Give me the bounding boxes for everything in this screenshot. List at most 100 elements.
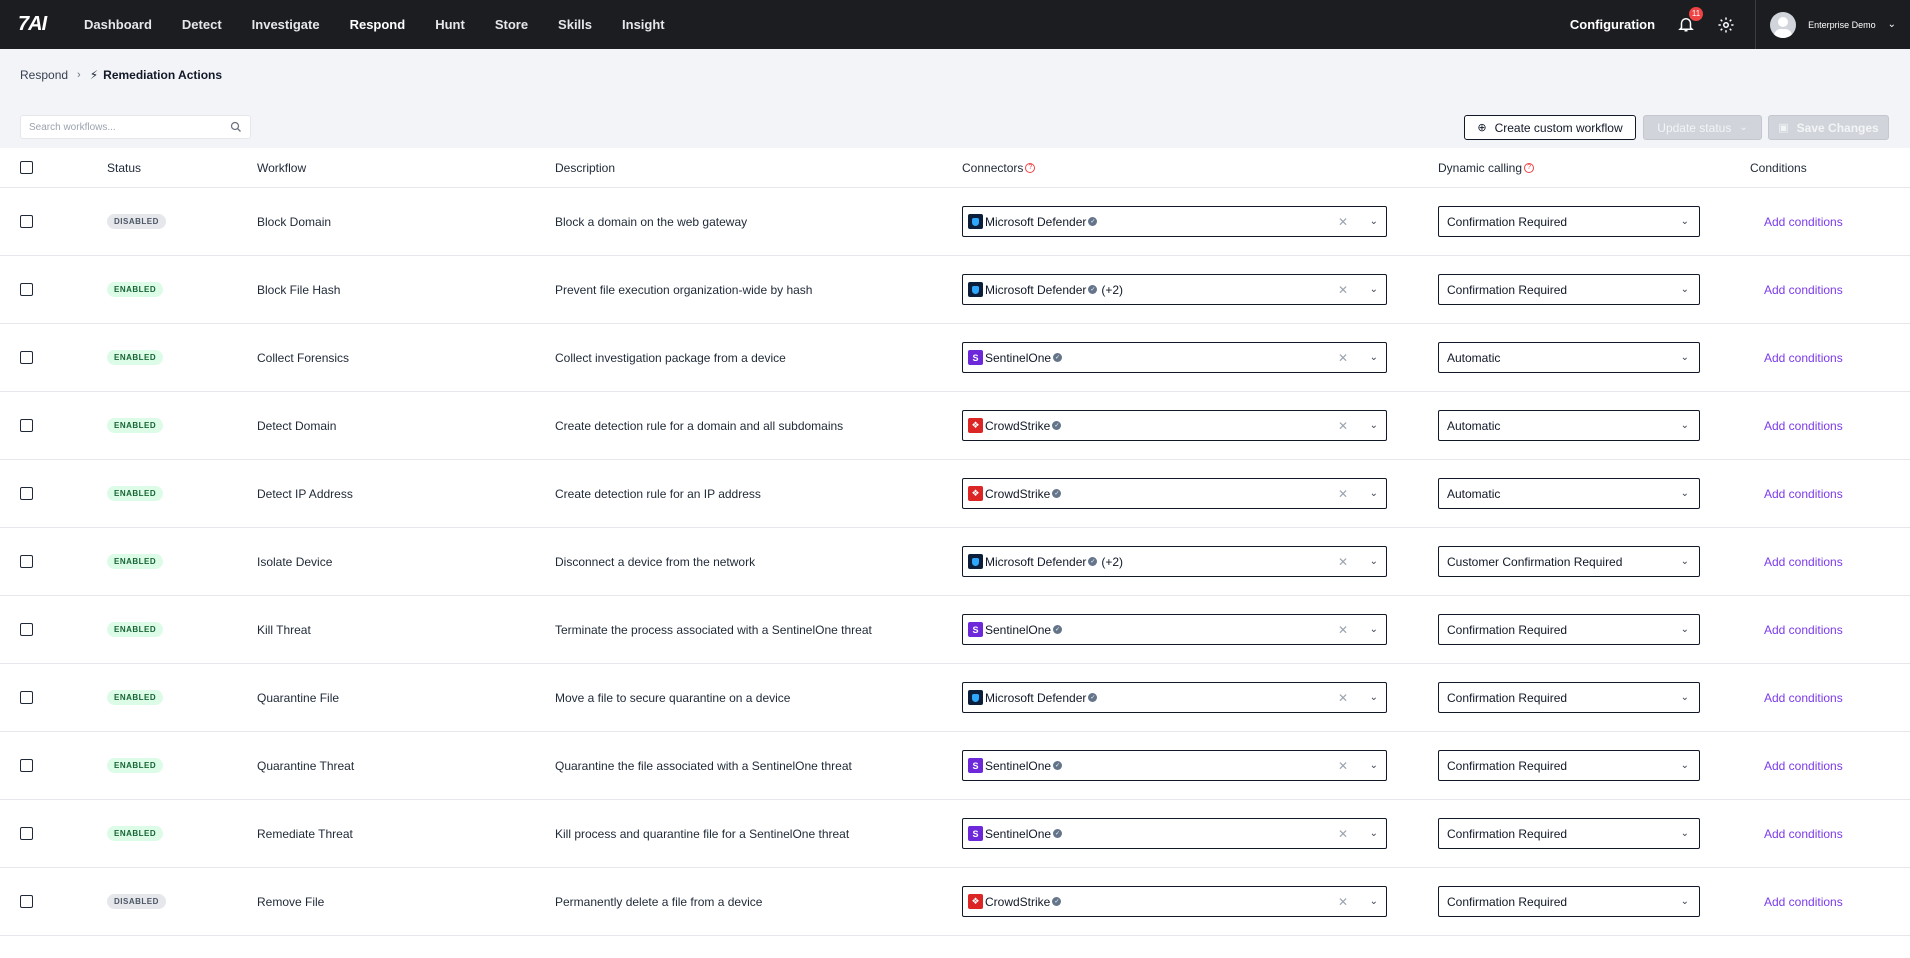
connector-select[interactable]: S SentinelOne ✓ ✕ ⌄	[962, 818, 1387, 849]
user-menu[interactable]: Enterprise Demo ⌄	[1755, 0, 1910, 49]
chevron-down-icon[interactable]: ⌄	[1370, 896, 1378, 907]
connector-name: SentinelOne	[985, 826, 1052, 841]
select-all-checkbox[interactable]	[20, 161, 33, 174]
dynamic-calling-select[interactable]: Confirmation Required ⌄	[1438, 886, 1700, 917]
verified-icon: ✓	[1088, 557, 1098, 566]
info-icon[interactable]: ?	[1025, 162, 1036, 173]
dynamic-calling-select[interactable]: Automatic ⌄	[1438, 410, 1700, 441]
chevron-down-icon[interactable]: ⌄	[1370, 624, 1378, 635]
row-checkbox[interactable]	[20, 419, 33, 432]
workflows-table: Status Workflow Description Connectors ?…	[0, 148, 1910, 958]
dynamic-calling-select[interactable]: Confirmation Required ⌄	[1438, 818, 1700, 849]
configuration-link[interactable]: Configuration	[1570, 17, 1655, 32]
dynamic-calling-select[interactable]: Confirmation Required ⌄	[1438, 274, 1700, 305]
row-checkbox[interactable]	[20, 691, 33, 704]
add-conditions-link[interactable]: Add conditions	[1764, 555, 1843, 569]
row-checkbox[interactable]	[20, 759, 33, 772]
row-checkbox[interactable]	[20, 827, 33, 840]
nav-item-insight[interactable]: Insight	[622, 17, 665, 32]
add-conditions-link[interactable]: Add conditions	[1764, 487, 1843, 501]
verified-icon: ✓	[1053, 353, 1063, 362]
chevron-down-icon[interactable]: ⌄	[1370, 284, 1378, 295]
add-conditions-link[interactable]: Add conditions	[1764, 351, 1843, 365]
row-checkbox[interactable]	[20, 555, 33, 568]
dynamic-calling-select[interactable]: Confirmation Required ⌄	[1438, 750, 1700, 781]
clear-icon[interactable]: ✕	[1338, 759, 1348, 773]
clear-icon[interactable]: ✕	[1338, 827, 1348, 841]
row-checkbox[interactable]	[20, 351, 33, 364]
breadcrumb-respond[interactable]: Respond	[20, 68, 68, 82]
dynamic-calling-value: Automatic	[1447, 486, 1501, 501]
nav-item-skills[interactable]: Skills	[558, 17, 592, 32]
workflow-name: Block Domain	[257, 214, 332, 229]
connector-select[interactable]: S SentinelOne ✓ ✕ ⌄	[962, 750, 1387, 781]
add-conditions-link[interactable]: Add conditions	[1764, 827, 1843, 841]
create-custom-workflow-button[interactable]: ⊕ Create custom workflow	[1464, 115, 1636, 140]
chevron-down-icon[interactable]: ⌄	[1370, 352, 1378, 363]
header-workflow: Workflow	[257, 160, 307, 175]
connector-select[interactable]: ❖ CrowdStrike ✓ ✕ ⌄	[962, 886, 1387, 917]
save-changes-button[interactable]: ▣ Save Changes	[1768, 115, 1889, 140]
notifications-button[interactable]: 11	[1677, 6, 1704, 35]
table-row: ENABLED Detect Domain Create detection r…	[0, 392, 1910, 460]
chevron-down-icon[interactable]: ⌄	[1370, 420, 1378, 431]
add-conditions-link[interactable]: Add conditions	[1764, 895, 1843, 909]
clear-icon[interactable]: ✕	[1338, 283, 1348, 297]
workflow-description: Create detection rule for a domain and a…	[555, 418, 844, 433]
chevron-down-icon[interactable]: ⌄	[1370, 216, 1378, 227]
clear-icon[interactable]: ✕	[1338, 215, 1348, 229]
chevron-down-icon[interactable]: ⌄	[1370, 828, 1378, 839]
row-checkbox[interactable]	[20, 215, 33, 228]
add-conditions-link[interactable]: Add conditions	[1764, 691, 1843, 705]
nav-item-store[interactable]: Store	[495, 17, 528, 32]
clear-icon[interactable]: ✕	[1338, 419, 1348, 433]
add-conditions-link[interactable]: Add conditions	[1764, 215, 1843, 229]
dynamic-calling-select[interactable]: Confirmation Required ⌄	[1438, 206, 1700, 237]
nav-item-investigate[interactable]: Investigate	[252, 17, 320, 32]
dynamic-calling-select[interactable]: Confirmation Required ⌄	[1438, 614, 1700, 645]
nav-item-respond[interactable]: Respond	[350, 17, 406, 32]
clear-icon[interactable]: ✕	[1338, 351, 1348, 365]
chevron-down-icon[interactable]: ⌄	[1370, 760, 1378, 771]
clear-icon[interactable]: ✕	[1338, 487, 1348, 501]
row-checkbox[interactable]	[20, 895, 33, 908]
clear-icon[interactable]: ✕	[1338, 895, 1348, 909]
gear-icon[interactable]	[1717, 16, 1735, 34]
clear-icon[interactable]: ✕	[1338, 691, 1348, 705]
clear-icon[interactable]: ✕	[1338, 623, 1348, 637]
app-logo[interactable]: 7AI	[18, 13, 58, 35]
row-checkbox[interactable]	[20, 623, 33, 636]
add-conditions-link[interactable]: Add conditions	[1764, 283, 1843, 297]
row-checkbox[interactable]	[20, 487, 33, 500]
dynamic-calling-select[interactable]: Customer Confirmation Required ⌄	[1438, 546, 1700, 577]
connector-select[interactable]: S SentinelOne ✓ ✕ ⌄	[962, 342, 1387, 373]
connector-select[interactable]: Microsoft Defender ✓ (+2) ✕ ⌄	[962, 546, 1387, 577]
connector-select[interactable]: ❖ CrowdStrike ✓ ✕ ⌄	[962, 410, 1387, 441]
add-conditions-link[interactable]: Add conditions	[1764, 759, 1843, 773]
dynamic-calling-select[interactable]: Automatic ⌄	[1438, 478, 1700, 509]
row-checkbox[interactable]	[20, 283, 33, 296]
connector-select[interactable]: Microsoft Defender ✓ ✕ ⌄	[962, 682, 1387, 713]
info-icon[interactable]: ?	[1524, 162, 1535, 173]
add-conditions-link[interactable]: Add conditions	[1764, 419, 1843, 433]
status-badge: DISABLED	[107, 894, 166, 909]
update-status-button[interactable]: Update status ⌄	[1643, 115, 1762, 140]
verified-icon: ✓	[1053, 761, 1063, 770]
dynamic-calling-select[interactable]: Automatic ⌄	[1438, 342, 1700, 373]
clear-icon[interactable]: ✕	[1338, 555, 1348, 569]
nav-item-dashboard[interactable]: Dashboard	[84, 17, 152, 32]
connector-select[interactable]: Microsoft Defender ✓ ✕ ⌄	[962, 206, 1387, 237]
connector-select[interactable]: S SentinelOne ✓ ✕ ⌄	[962, 614, 1387, 645]
connector-select[interactable]: ❖ CrowdStrike ✓ ✕ ⌄	[962, 478, 1387, 509]
chevron-down-icon[interactable]: ⌄	[1370, 692, 1378, 703]
search-input[interactable]	[29, 121, 230, 133]
chevron-down-icon: ⌄	[1680, 828, 1689, 839]
chevron-down-icon[interactable]: ⌄	[1370, 556, 1378, 567]
nav-item-detect[interactable]: Detect	[182, 17, 222, 32]
add-conditions-link[interactable]: Add conditions	[1764, 623, 1843, 637]
nav-item-hunt[interactable]: Hunt	[435, 17, 465, 32]
notification-count-badge: 11	[1689, 6, 1704, 21]
dynamic-calling-select[interactable]: Confirmation Required ⌄	[1438, 682, 1700, 713]
connector-select[interactable]: Microsoft Defender ✓ (+2) ✕ ⌄	[962, 274, 1387, 305]
chevron-down-icon[interactable]: ⌄	[1370, 488, 1378, 499]
